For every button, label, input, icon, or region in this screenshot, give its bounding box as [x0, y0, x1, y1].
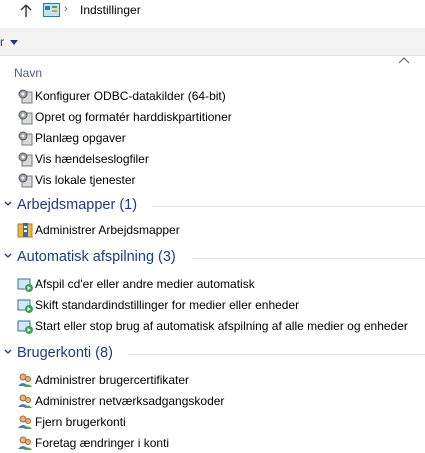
group-title: Arbejdsmapper (1): [17, 197, 138, 213]
list-item-label: Opret og formatér harddiskpartitioner: [35, 110, 232, 124]
list-item[interactable]: Administrer netværksadgangskoder: [17, 393, 224, 409]
list-item[interactable]: Start eller stop brug af automatisk afsp…: [17, 318, 408, 334]
list-item-label: Afspil cd'er eller andre medier automati…: [35, 277, 255, 291]
chevron-down-icon[interactable]: [4, 348, 12, 358]
list-item[interactable]: Afspil cd'er eller andre medier automati…: [17, 276, 255, 292]
list-item-label: Vis lokale tjenester: [35, 173, 136, 187]
toolbar: r: [0, 28, 425, 56]
list-item-label: Planlæg opgaver: [35, 131, 126, 145]
group-header-autoplay[interactable]: Automatisk afspilning (3): [0, 249, 425, 267]
breadcrumb-settings[interactable]: Indstillinger: [80, 3, 141, 17]
chevron-down-icon[interactable]: [4, 200, 12, 210]
control-panel-icon: [43, 3, 60, 17]
list-item[interactable]: Fjern brugerkonti: [17, 414, 126, 430]
list-item[interactable]: Skift standardindstillinger for medier e…: [17, 297, 299, 313]
group-header-work-folders[interactable]: Arbejdsmapper (1): [0, 197, 425, 215]
admin-tools-icon: [18, 173, 33, 188]
user-accounts-icon: [18, 394, 32, 408]
breadcrumb-chevron-icon: ›: [64, 3, 68, 15]
list-item[interactable]: Konfigurer ODBC-datakilder (64-bit): [17, 88, 226, 104]
list-item[interactable]: Administrer Arbejdsmapper: [17, 222, 180, 238]
list-item-label: Administrer netværksadgangskoder: [35, 394, 225, 408]
up-arrow-icon[interactable]: [18, 3, 34, 19]
autoplay-icon: [17, 320, 33, 334]
column-header-name[interactable]: Navn: [14, 66, 42, 80]
admin-tools-icon: [18, 152, 33, 167]
list-item-label: Start eller stop brug af automatisk afsp…: [35, 319, 408, 333]
admin-tools-icon: [18, 89, 33, 104]
work-folders-icon: [17, 223, 33, 238]
list-item-label: Administrer brugercertifikater: [35, 373, 190, 387]
autoplay-icon: [17, 299, 33, 313]
list-item-label: Konfigurer ODBC-datakilder (64-bit): [35, 89, 226, 103]
list-item[interactable]: Opret og formatér harddiskpartitioner: [17, 109, 232, 125]
list-item-label: Administrer Arbejdsmapper: [35, 223, 180, 237]
chevron-down-icon[interactable]: [4, 252, 12, 262]
group-header-user-accounts[interactable]: Brugerkonti (8): [0, 345, 425, 363]
list-item-label: Vis hændelseslogfiler: [35, 152, 149, 166]
list-item[interactable]: Planlæg opgaver: [17, 130, 126, 146]
group-title: Brugerkonti (8): [17, 345, 113, 361]
admin-tools-icon: [18, 131, 33, 146]
group-title: Automatisk afspilning (3): [17, 249, 176, 265]
group-divider: [152, 206, 425, 207]
scroll-up-chevron-icon[interactable]: [398, 55, 410, 65]
list-item[interactable]: Foretag ændringer i konti: [17, 435, 169, 451]
user-accounts-icon: [18, 436, 32, 450]
address-bar: › Indstillinger: [0, 0, 425, 22]
user-accounts-icon: [18, 373, 32, 387]
list-item[interactable]: Vis lokale tjenester: [17, 172, 136, 188]
list-item-label: Skift standardindstillinger for medier e…: [35, 298, 300, 312]
list-item[interactable]: Vis hændelseslogfiler: [17, 151, 149, 167]
group-divider: [128, 354, 425, 355]
list-item-label: Foretag ændringer i konti: [35, 436, 170, 450]
autoplay-icon: [17, 278, 33, 292]
list-item-label: Fjern brugerkonti: [35, 415, 126, 429]
admin-tools-icon: [18, 110, 33, 125]
user-accounts-icon: [18, 415, 32, 429]
group-divider: [192, 258, 425, 259]
toolbar-organize-button[interactable]: r: [0, 35, 4, 49]
chevron-down-icon[interactable]: [10, 40, 18, 45]
list-item[interactable]: Administrer brugercertifikater: [17, 372, 189, 388]
